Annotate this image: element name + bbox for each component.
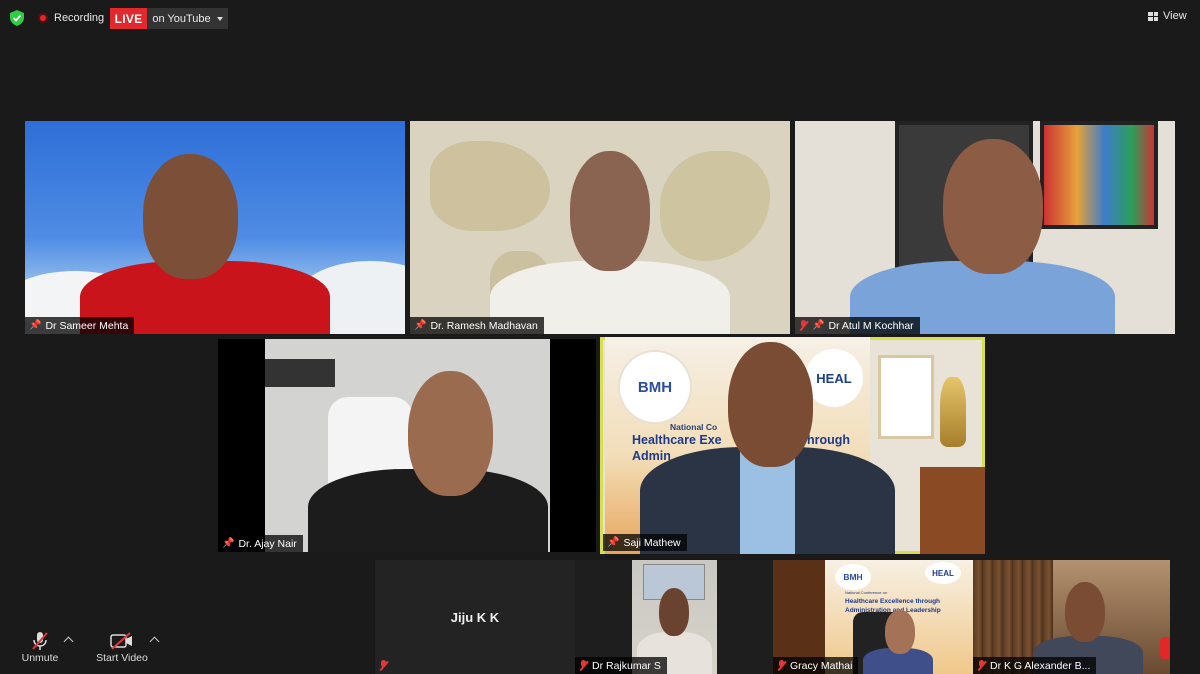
backdrop-line: Healthcare Exe [632,433,722,447]
shelf [265,359,335,387]
participant-nameplate: 📌 Dr Sameer Mehta [25,317,135,334]
caret-down-icon [216,16,223,21]
participant-name: Dr. Ajay Nair [238,537,297,550]
participant-name: Dr Sameer Mehta [45,319,129,332]
record-icon [38,13,48,23]
person-head [659,588,689,636]
backdrop-line: National Conference on [845,590,888,595]
audio-options-chevron-icon[interactable] [63,636,74,647]
bmh-logo: BMH [835,564,871,590]
mic-muted-icon [579,660,588,671]
heal-logo: HEAL [805,349,863,407]
pin-icon: 📌 [29,320,42,331]
heal-logo: HEAL [925,562,961,584]
video-tile-gracy-mathai[interactable]: BMH HEAL National Conference on Healthca… [773,560,973,674]
video-off-icon [110,632,132,650]
mic-muted-icon [977,660,986,671]
mic-off-icon [32,632,48,650]
grid-view-icon [1148,11,1158,21]
video-tile-jiju-kk[interactable]: Jiju K K [375,560,575,674]
mic-muted-icon [799,320,808,331]
video-tile-ajay-nair[interactable]: 📌 Dr. Ajay Nair [218,339,596,552]
video-tile-ramesh-madhavan[interactable]: 📌 Dr. Ramesh Madhavan [410,121,790,334]
backdrop-line: hrough [807,433,851,447]
backdrop-line: National Co [670,422,718,432]
video-tile-atul-kochhar[interactable]: 📌 Dr Atul M Kochhar [795,121,1175,334]
pin-icon: 📌 [812,320,825,331]
certificate-frame [878,355,934,439]
participant-nameplate: Gracy Mathai [773,657,859,674]
person-head [943,139,1043,274]
participant-name: Dr Atul M Kochhar [828,319,914,332]
wooden-shelf [920,467,985,554]
person-head [1065,582,1105,642]
trophy [940,377,966,447]
participant-nameplate: 📌 Dr. Ajay Nair [218,535,303,552]
map-landmass [660,151,770,261]
mic-muted-icon [379,660,388,671]
person-head [570,151,650,271]
participant-nameplate: Dr K G Alexander B... [973,657,1097,674]
participant-nameplate: 📌 Dr. Ramesh Madhavan [410,317,544,334]
pin-icon: 📌 [607,537,620,548]
painting-frame [1040,121,1158,229]
view-button[interactable]: View [1148,10,1187,22]
participant-name: Gracy Mathai [790,659,853,672]
start-video-label: Start Video [96,652,148,664]
backdrop-line: Healthcare Excellence through [845,598,941,605]
stream-label: on YouTube [152,12,211,25]
participant-name: Dr. Ramesh Madhavan [430,319,538,332]
participant-name: Dr Rajkumar S [592,659,661,672]
stream-destination-dropdown[interactable]: on YouTube [147,8,228,29]
person-head [408,371,493,496]
live-badge[interactable]: LIVE [110,8,147,29]
video-tile-kg-alexander[interactable]: Dr K G Alexander B... [973,560,1170,674]
recording-label: Recording [54,12,105,24]
side-badge [1160,637,1170,659]
participant-name: Saji Mathew [623,536,681,549]
map-landmass [430,141,550,231]
start-video-button[interactable]: Start Video [92,630,152,664]
pin-icon: 📌 [222,538,235,549]
participant-nameplate: 📌 Dr Atul M Kochhar [795,317,920,334]
participant-nameplate: Dr Rajkumar S [575,657,667,674]
view-label: View [1163,10,1187,22]
person-head [143,154,238,279]
bmh-logo: BMH [620,352,690,422]
video-tile-rajkumar-s[interactable]: Dr Rajkumar S [575,560,775,674]
participant-nameplate: 📌 Saji Mathew [603,534,687,551]
video-tile-saji-mathew[interactable]: BMH HEAL National Co Healthcare Exe hrou… [600,337,985,554]
person-head [885,610,915,654]
security-shield-icon[interactable] [10,10,24,26]
person-head [728,342,813,467]
participant-name: Dr K G Alexander B... [990,659,1091,672]
unmute-label: Unmute [21,652,59,664]
mic-muted-icon [777,660,786,671]
participant-nameplate [375,657,394,674]
unmute-button[interactable]: Unmute [18,630,62,664]
pin-icon: 📌 [414,320,427,331]
video-tile-sameer-mehta[interactable]: 📌 Dr Sameer Mehta [25,121,405,334]
recording-indicator[interactable]: Recording [38,10,104,26]
participant-display-name: Jiju K K [450,610,500,625]
